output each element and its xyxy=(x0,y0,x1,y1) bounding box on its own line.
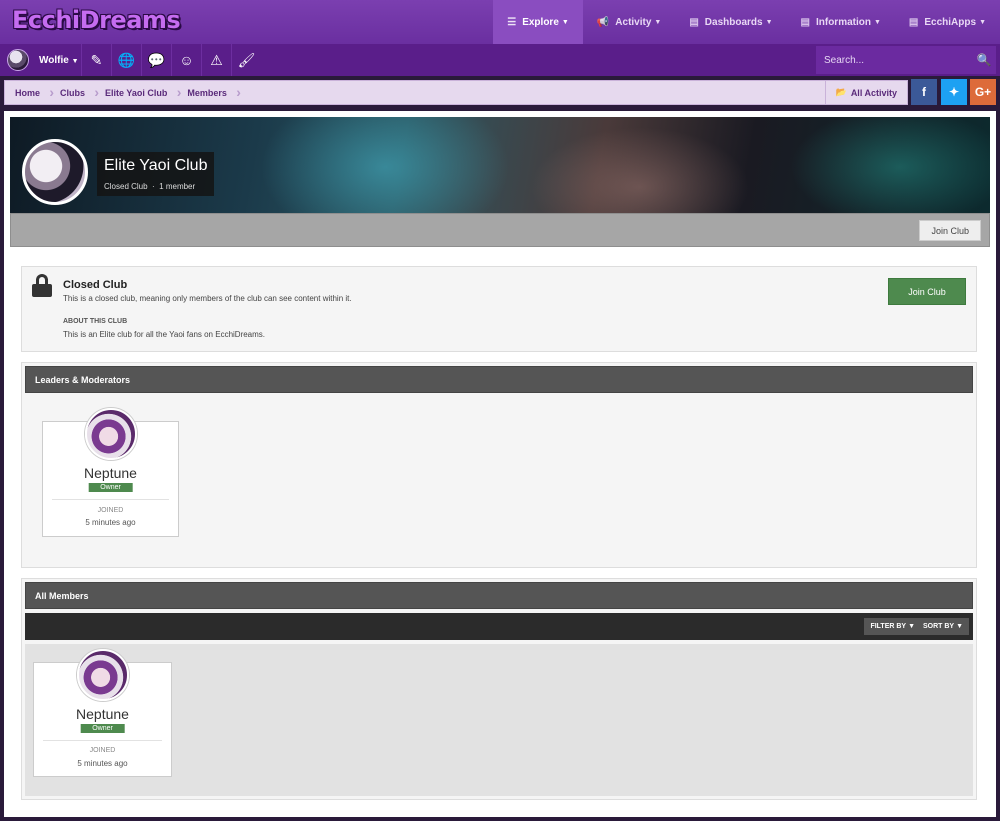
divider xyxy=(52,499,169,500)
club-meta: Closed Club · 1 member xyxy=(104,182,207,191)
nav-ecchiapps[interactable]: ▤ EcchiApps ▼ xyxy=(895,0,1000,44)
member-name[interactable]: Neptune xyxy=(43,465,178,481)
search-box: 🔍 xyxy=(816,46,996,74)
list-icon: ☰ xyxy=(507,16,517,28)
google-plus-icon: G+ xyxy=(974,85,992,99)
join-club-button[interactable]: Join Club xyxy=(919,220,981,241)
caret-down-icon: ▼ xyxy=(908,623,915,630)
nav-activity[interactable]: 📢 Activity ▼ xyxy=(583,0,676,44)
meta-separator: · xyxy=(152,182,155,191)
members-grid: Neptune Owner JOINED 5 minutes ago xyxy=(25,644,973,796)
club-title-box: Elite Yaoi Club Closed Club · 1 member xyxy=(97,152,215,196)
filter-by-label: FILTER BY xyxy=(870,623,907,630)
document-icon: ▤ xyxy=(908,16,919,28)
facebook-icon: f xyxy=(922,85,926,99)
member-card: Neptune Owner JOINED 5 minutes ago xyxy=(33,649,172,777)
facebook-share-button[interactable]: f xyxy=(911,79,937,105)
nav-activity-label: Activity xyxy=(615,16,652,28)
member-avatar[interactable] xyxy=(76,649,129,701)
nav-dashboards[interactable]: ▤ Dashboards ▼ xyxy=(675,0,786,44)
google-plus-share-button[interactable]: G+ xyxy=(970,79,996,105)
caret-down-icon: ▼ xyxy=(765,18,773,26)
smiley-icon[interactable]: ☺ xyxy=(171,44,201,76)
lock-icon xyxy=(32,274,52,297)
filter-by-button[interactable]: FILTER BY ▼ xyxy=(864,618,921,635)
all-members-heading: All Members xyxy=(25,582,973,609)
twitter-share-button[interactable]: ✦ xyxy=(941,79,967,105)
megaphone-icon: 📢 xyxy=(596,16,610,28)
member-name[interactable]: Neptune xyxy=(34,706,171,722)
paintbrush-icon[interactable]: 🖌 xyxy=(231,44,261,76)
all-activity-label: All Activity xyxy=(850,87,897,98)
breadcrumb-club[interactable]: Elite Yaoi Club xyxy=(95,84,182,100)
pencil-icon[interactable]: ✎ xyxy=(81,44,111,76)
info-heading: Closed Club xyxy=(63,279,128,291)
main-nav: ☰ Explore ▼ 📢 Activity ▼ ▤ Dashboards ▼ ▤ Infor… xyxy=(493,0,1000,44)
all-activity-link[interactable]: 📂 All Activity xyxy=(824,81,907,104)
breadcrumb-home[interactable]: Home xyxy=(5,84,54,100)
document-icon: ▤ xyxy=(689,16,699,28)
caret-down-icon: ▼ xyxy=(979,18,986,26)
nav-information[interactable]: ▤ Information ▼ xyxy=(787,0,895,44)
leaders-heading: Leaders & Moderators xyxy=(25,366,973,393)
filter-bar: FILTER BY ▼ SORT BY ▼ xyxy=(25,613,973,640)
joined-time: 5 minutes ago xyxy=(85,518,136,527)
club-avatar xyxy=(22,139,88,205)
nav-dashboards-label: Dashboards xyxy=(704,16,763,28)
comments-icon[interactable]: 💬 xyxy=(141,44,171,76)
club-header-bar: Join Club xyxy=(10,213,990,247)
club-member-count[interactable]: 1 member xyxy=(159,182,195,191)
nav-explore[interactable]: ☰ Explore ▼ xyxy=(493,0,583,44)
username: Wolfie xyxy=(39,54,69,66)
club-type: Closed Club xyxy=(104,182,148,191)
divider xyxy=(43,740,162,741)
search-icon[interactable]: 🔍 xyxy=(972,53,996,67)
site-logo[interactable]: EcchiDreams xyxy=(12,6,181,34)
caret-down-icon: ▼ xyxy=(561,18,569,26)
twitter-icon: ✦ xyxy=(948,85,960,99)
sort-by-label: SORT BY xyxy=(922,623,955,630)
search-input[interactable] xyxy=(816,54,972,66)
caret-down-icon: ▼ xyxy=(654,18,662,26)
leaders-section: Leaders & Moderators Neptune Owner JOINE… xyxy=(21,362,977,568)
all-members-section: All Members FILTER BY ▼ SORT BY ▼ Neptun… xyxy=(21,578,977,800)
nav-explore-label: Explore xyxy=(522,16,559,28)
nav-ecchiapps-label: EcchiApps xyxy=(924,16,977,28)
joined-label: JOINED xyxy=(97,507,124,514)
club-info-box: Closed Club This is a closed club, meani… xyxy=(21,266,977,352)
joined-time: 5 minutes ago xyxy=(77,759,128,768)
globe-icon[interactable]: 🌐 xyxy=(111,44,141,76)
info-description: This is a closed club, meaning only memb… xyxy=(63,294,352,303)
about-text: This is an Elite club for all the Yaoi f… xyxy=(63,330,266,339)
breadcrumb-members[interactable]: Members xyxy=(177,84,240,100)
sort-by-button[interactable]: SORT BY ▼ xyxy=(916,618,969,635)
top-navbar: EcchiDreams ☰ Explore ▼ 📢 Activity ▼ ▤ Dashbo… xyxy=(0,0,1000,44)
club-cover-photo: Elite Yaoi Club Closed Club · 1 member xyxy=(10,117,990,213)
breadcrumb-clubs[interactable]: Clubs xyxy=(50,84,99,100)
warning-icon[interactable]: ⚠ xyxy=(201,44,231,76)
caret-down-icon: ▼ xyxy=(71,57,79,65)
user-avatar[interactable] xyxy=(7,49,29,71)
club-title[interactable]: Elite Yaoi Club xyxy=(104,157,207,175)
document-icon: ▤ xyxy=(800,16,810,28)
nav-information-label: Information xyxy=(815,16,871,28)
user-bar: Wolfie ▼ ✎ 🌐 💬 ☺ ⚠ 🖌 🔍 xyxy=(0,44,1000,76)
join-club-primary-button[interactable]: Join Club xyxy=(888,278,966,305)
caret-down-icon: ▼ xyxy=(956,623,963,630)
breadcrumb: Home Clubs Elite Yaoi Club Members 📂All … xyxy=(4,80,908,105)
main-content: Elite Yaoi Club Closed Club · 1 member J… xyxy=(4,111,996,817)
folder-icon: 📂 xyxy=(835,87,847,97)
role-badge: Owner xyxy=(80,724,125,733)
about-caption: ABOUT THIS CLUB xyxy=(63,318,128,325)
caret-down-icon: ▼ xyxy=(873,18,881,26)
joined-label: JOINED xyxy=(89,747,116,754)
role-badge: Owner xyxy=(88,483,133,492)
member-card: Neptune Owner JOINED 5 minutes ago xyxy=(42,408,179,537)
member-avatar[interactable] xyxy=(84,408,137,460)
user-menu[interactable]: Wolfie ▼ xyxy=(39,55,81,66)
